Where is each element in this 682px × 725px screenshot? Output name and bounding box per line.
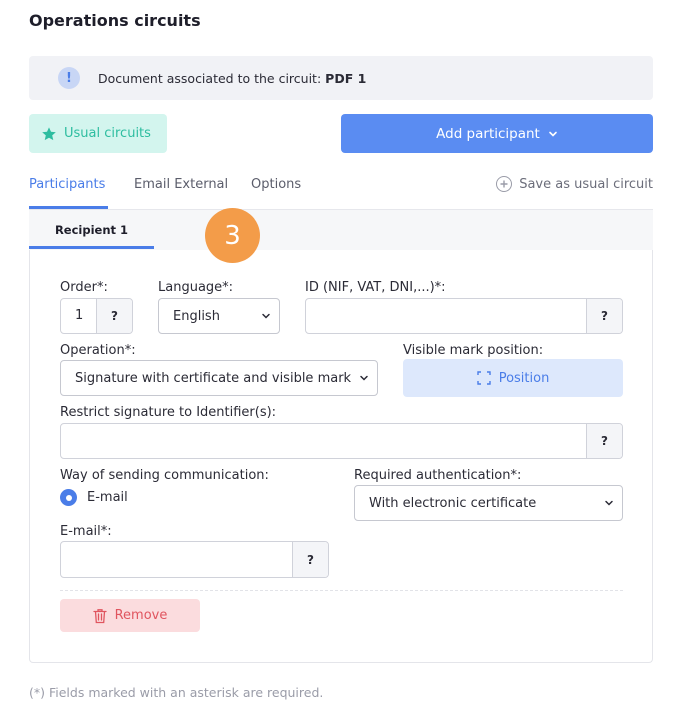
active-tab-indicator — [29, 206, 108, 209]
add-circle-icon — [496, 176, 513, 192]
operation-select[interactable]: Signature with certificate and visible m… — [60, 360, 378, 396]
chevron-down-icon — [604, 498, 614, 508]
info-icon: ! — [58, 67, 80, 89]
visible-mark-label: Visible mark position: — [403, 343, 544, 358]
id-label: ID (NIF, VAT, DNI,...)*: — [305, 280, 446, 295]
language-select[interactable]: English — [158, 298, 280, 334]
id-help-button[interactable]: ? — [586, 299, 622, 333]
operation-label: Operation*: — [60, 343, 136, 358]
add-participant-button[interactable]: Add participant — [341, 114, 653, 153]
tab-participants[interactable]: Participants — [29, 177, 105, 192]
email-field[interactable]: ? — [60, 541, 329, 578]
required-fields-note: (*) Fields marked with an asterisk are r… — [29, 685, 324, 700]
document-info-bar: ! Document associated to the circuit: PD… — [29, 56, 653, 100]
chevron-down-icon — [359, 373, 369, 383]
operation-value: Signature with certificate and visible m… — [75, 370, 352, 386]
order-help-button[interactable]: ? — [96, 299, 132, 333]
email-help-button[interactable]: ? — [292, 542, 328, 577]
document-info-text: Document associated to the circuit: — [98, 70, 322, 86]
divider — [60, 590, 623, 591]
trash-icon — [92, 608, 107, 624]
remove-label: Remove — [114, 608, 168, 623]
tab-email-external[interactable]: Email External — [134, 177, 228, 192]
position-label: Position — [498, 370, 550, 386]
tabs-bar: Participants Email External Options Save… — [29, 170, 653, 210]
order-label: Order*: — [60, 280, 108, 295]
id-field[interactable]: ? — [305, 298, 623, 334]
tab-options[interactable]: Options — [251, 177, 301, 192]
email-radio[interactable] — [60, 489, 77, 506]
email-radio-label: E-mail — [87, 490, 128, 505]
sending-label: Way of sending communication: — [60, 468, 269, 483]
usual-circuits-label: Usual circuits — [64, 126, 151, 141]
expand-corners-icon — [476, 371, 491, 385]
position-button[interactable]: Position — [403, 359, 623, 397]
recipient-tab-indicator — [29, 246, 154, 249]
save-as-usual-circuit-label: Save as usual circuit — [519, 176, 653, 192]
order-field[interactable]: 1 ? — [60, 298, 133, 334]
restrict-identifier-field[interactable]: ? — [60, 423, 623, 459]
star-icon — [41, 126, 57, 142]
recipient-tabs-bar: Recipient 1 — [29, 210, 653, 250]
order-value: 1 — [75, 308, 84, 323]
add-participant-label: Add participant — [436, 125, 540, 142]
language-label: Language*: — [158, 280, 234, 295]
restrict-label: Restrict signature to Identifier(s): — [60, 405, 277, 420]
save-as-usual-circuit-button[interactable]: Save as usual circuit — [496, 176, 653, 192]
usual-circuits-button[interactable]: Usual circuits — [29, 114, 167, 153]
remove-button[interactable]: Remove — [60, 599, 200, 632]
tab-recipient-1[interactable]: Recipient 1 — [29, 210, 154, 249]
document-name: PDF 1 — [325, 70, 367, 86]
email-label: E-mail*: — [60, 524, 112, 539]
restrict-help-button[interactable]: ? — [586, 424, 622, 458]
authentication-value: With electronic certificate — [369, 495, 537, 511]
page-title: Operations circuits — [29, 11, 201, 30]
chevron-down-icon — [261, 311, 271, 321]
language-value: English — [173, 308, 220, 324]
authentication-select[interactable]: With electronic certificate — [354, 485, 623, 521]
chevron-down-icon — [548, 129, 558, 139]
authentication-label: Required authentication*: — [354, 468, 522, 483]
